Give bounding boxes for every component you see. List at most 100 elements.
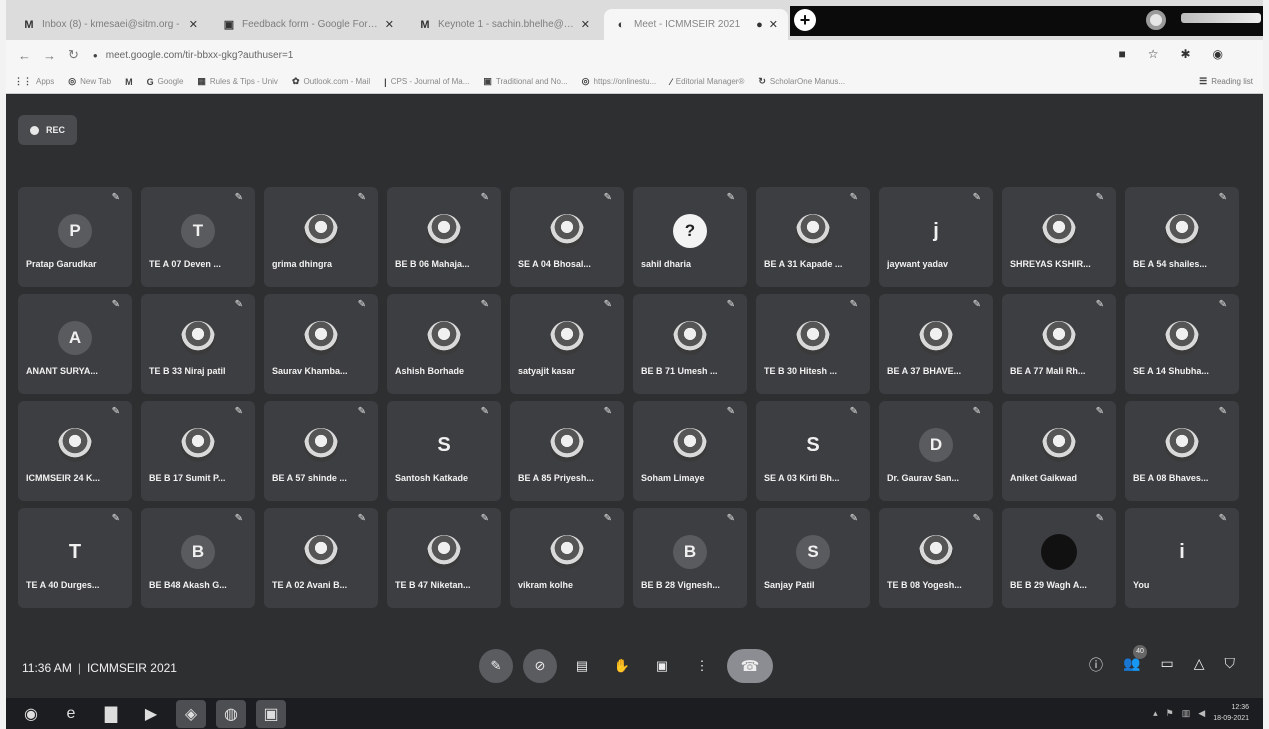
participant-tile[interactable]: ✎ D Dr. Gaurav San... [879,401,993,501]
participant-tile[interactable]: ✎ i You [1125,508,1239,608]
close-icon[interactable]: ✕ [581,18,590,31]
participant-tile[interactable]: ✎ BE A 85 Priyesh... [510,401,624,501]
participant-tile[interactable]: ✎ T TE A 07 Deven ... [141,187,255,287]
profile-icon[interactable] [1146,10,1166,30]
tab-feedback-form[interactable]: ▣ Feedback form - Google Forms ✕ [212,9,404,40]
participant-tile[interactable]: ✎ Soham Limaye [633,401,747,501]
participant-tile[interactable]: ✎ B BE B 28 Vignesh... [633,508,747,608]
participant-tile[interactable]: ✎ T TE A 40 Durges... [18,508,132,608]
bookmark-apps[interactable]: ⋮⋮ Apps [14,76,54,87]
present-button[interactable]: ▣ [647,649,677,683]
taskbar-ie[interactable]: e [56,700,86,728]
close-icon[interactable]: ✕ [189,18,198,31]
participant-tile[interactable]: ✎ TE B 33 Niraj patil [141,294,255,394]
bookmark-traditional[interactable]: ▣ Traditional and No... [483,76,567,87]
participant-tile[interactable]: ✎ BE A 08 Bhaves... [1125,401,1239,501]
recording-indicator[interactable]: REC [18,115,78,145]
participant-tile[interactable]: ✎ BE B 71 Umesh ... [633,294,747,394]
tray-arrow-icon[interactable]: ▴ [1153,708,1158,719]
forward-icon[interactable]: → [43,48,56,63]
bookmark-scholarone[interactable]: ↻ ScholarOne Manus... [758,76,845,87]
participant-tile[interactable]: ✎ SHREYAS KSHIR... [1002,187,1116,287]
window-controls[interactable] [1181,13,1261,23]
participant-tile[interactable]: ✎ Saurav Khamba... [264,294,378,394]
new-tab-button[interactable]: + [794,9,816,31]
people-button[interactable]: 👥 40 [1123,645,1148,675]
leave-call-button[interactable]: ☎ [727,649,773,683]
participant-tile[interactable]: ✎ TE B 47 Niketan... [387,508,501,608]
tab-keynote[interactable]: M Keynote 1 - sachin.bhelhe@sitm ✕ [408,9,600,40]
participant-tile[interactable]: ✎ BE B 29 Wagh A... [1002,508,1116,608]
reload-icon[interactable]: ↻ [68,47,79,63]
participant-tile[interactable]: ✎ BE A 54 shailes... [1125,187,1239,287]
participant-tile[interactable]: ✎ BE A 31 Kapade ... [756,187,870,287]
participant-tile[interactable]: ✎ j jaywant yadav [879,187,993,287]
tab-meet[interactable]: ◐ Meet - ICMMSEIR 2021 ● ✕ [604,9,788,40]
participant-tile[interactable]: ✎ ICMMSEIR 24 K... [18,401,132,501]
bookmark-new-tab[interactable]: ◎ New Tab [68,76,111,87]
bookmark-onlinestu[interactable]: ◎ https://onlinestu... [582,76,657,87]
network-icon[interactable]: ▥ [1182,708,1191,719]
bookmark-rules[interactable]: ▦ Rules & Tips - Univ [197,76,278,87]
participant-tile[interactable]: ✎ satyajit kasar [510,294,624,394]
back-icon[interactable]: ← [18,48,31,63]
taskbar-app[interactable]: ◈ [176,699,206,728]
participant-tile[interactable]: ✎ BE B 17 Sumit P... [141,401,255,501]
participant-tile[interactable]: ✎ Aniket Gaikwad [1002,401,1116,501]
participant-tile[interactable]: ✎ vikram kolhe [510,508,624,608]
participant-name: Saurav Khamba... [272,366,348,376]
taskbar-photos[interactable]: ▣ [256,699,286,728]
raise-hand-button[interactable]: ✋ [607,649,637,683]
host-controls-button[interactable]: ⛉ [1225,655,1236,675]
reading-list[interactable]: ☰ Reading list [1199,76,1253,87]
info-button[interactable]: ⓘ [1089,655,1103,675]
participant-tile[interactable]: ✎ TE B 08 Yogesh... [879,508,993,608]
mic-muted-icon: ✎ [480,192,489,203]
participant-tile[interactable]: ✎? sahil dharia [633,187,747,287]
participant-tile[interactable]: ✎ SE A 14 Shubha... [1125,294,1239,394]
system-clock[interactable]: 12:36 18-09-2021 [1213,702,1249,724]
participant-tile[interactable]: ✎ B BE B48 Akash G... [141,508,255,608]
participant-tile[interactable]: ✎ SE A 04 Bhosal... [510,187,624,287]
activities-button[interactable]: △ [1194,655,1205,675]
participant-tile[interactable]: ✎ Ashish Borhade [387,294,501,394]
chat-button[interactable]: ▭ [1160,655,1173,675]
participant-name: SE A 04 Bhosal... [518,259,591,269]
participant-tile[interactable]: ✎ P Pratap Garudkar [18,187,132,287]
bookmark-cps[interactable]: | CPS - Journal of Ma... [384,77,469,87]
participant-tile[interactable]: ✎ BE B 06 Mahaja... [387,187,501,287]
bookmark-editorial[interactable]: ⁄ Editorial Manager® [670,77,744,87]
start-button[interactable]: ◉ [16,700,46,728]
participant-tile[interactable]: ✎ S SE A 03 Kirti Bh... [756,401,870,501]
captions-button[interactable]: ▤ [567,649,597,683]
participant-tile[interactable]: ✎ TE B 30 Hitesh ... [756,294,870,394]
participant-tile[interactable]: ✎ S Sanjay Patil [756,508,870,608]
close-icon[interactable]: ✕ [385,18,394,31]
address-input[interactable]: ● meet.google.com/tir-bbxx-gkg?authuser=… [93,50,293,61]
camera-icon[interactable]: ■ [1118,47,1125,61]
taskbar-explorer[interactable]: ▇ [96,700,126,728]
bookmark-outlook[interactable]: ✿ Outlook.com - Mail [292,76,370,87]
participant-tile[interactable]: ✎ TE A 02 Avani B... [264,508,378,608]
camera-off-button[interactable]: ⊘ [523,649,557,683]
mic-off-button[interactable]: ✎ [479,649,513,683]
participant-tile[interactable]: ✎ A ANANT SURYA... [18,294,132,394]
more-options-button[interactable]: ⋮ [687,649,717,683]
participant-tile[interactable]: ✎ BE A 57 shinde ... [264,401,378,501]
volume-icon[interactable]: ◀ [1198,708,1205,719]
extensions-icon[interactable]: ✱ [1180,47,1190,61]
participant-tile[interactable]: ✎ BE A 77 Mali Rh... [1002,294,1116,394]
bookmark-google[interactable]: G Google [147,77,184,87]
star-icon[interactable]: ☆ [1148,47,1159,61]
taskbar-chrome[interactable]: ◍ [216,699,246,728]
speaker-icon[interactable]: ● [756,19,763,31]
participant-tile[interactable]: ✎ S Santosh Katkade [387,401,501,501]
profile-icon[interactable]: ◉ [1213,47,1223,61]
bookmark-gmail[interactable]: M [125,77,133,87]
flag-icon[interactable]: ⚑ [1166,708,1174,719]
participant-tile[interactable]: ✎ grima dhingra [264,187,378,287]
close-icon[interactable]: ✕ [769,18,778,31]
taskbar-media[interactable]: ▶ [136,700,166,728]
participant-tile[interactable]: ✎ BE A 37 BHAVE... [879,294,993,394]
tab-gmail-inbox[interactable]: M Inbox (8) - kmesaei@sitm.org - ✕ [12,9,208,40]
